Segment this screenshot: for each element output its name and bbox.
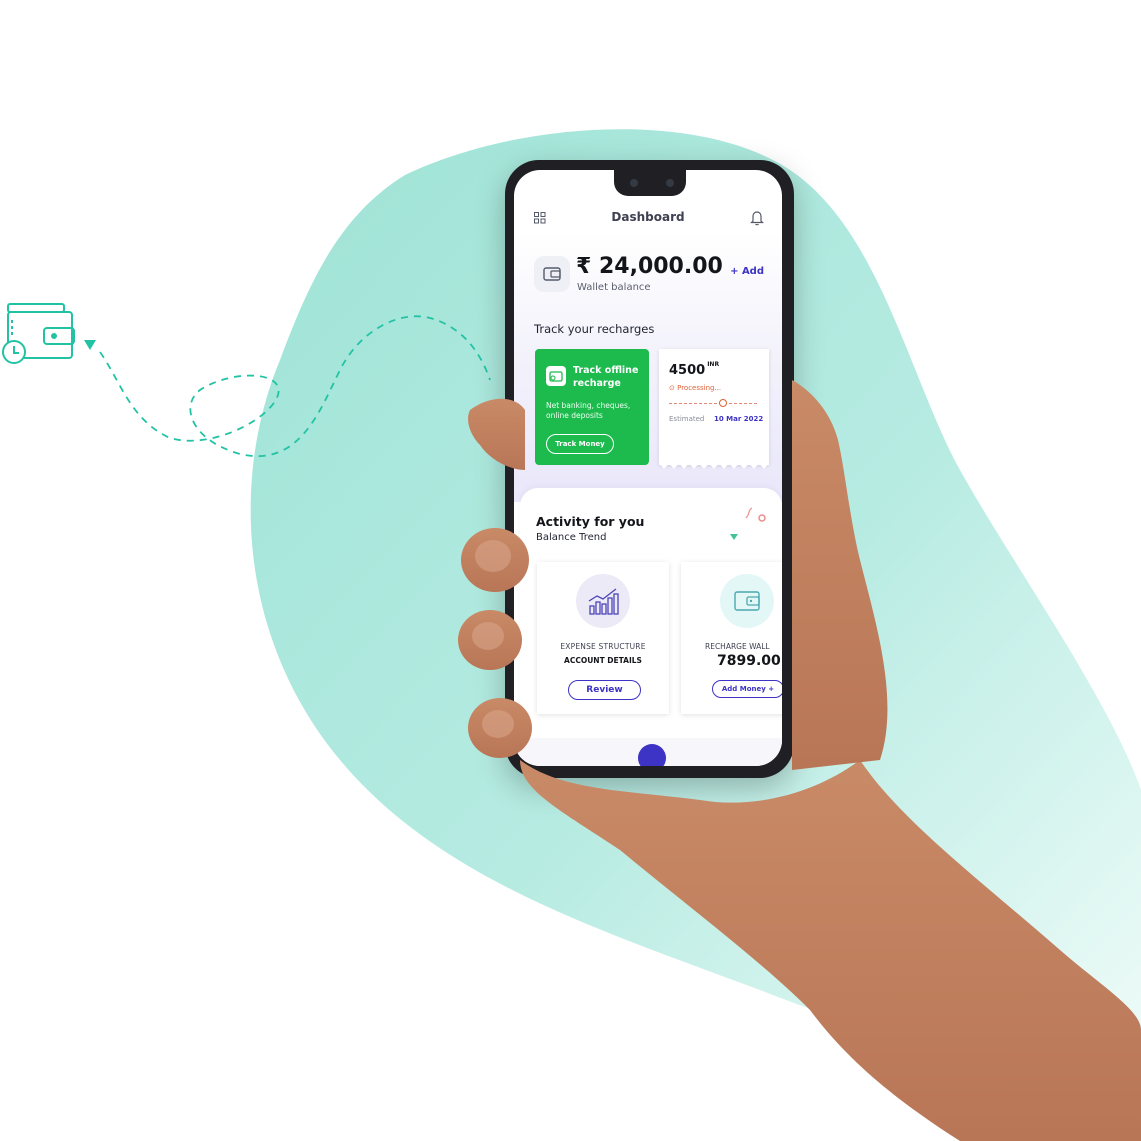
hand-illustration: [458, 380, 1141, 1141]
